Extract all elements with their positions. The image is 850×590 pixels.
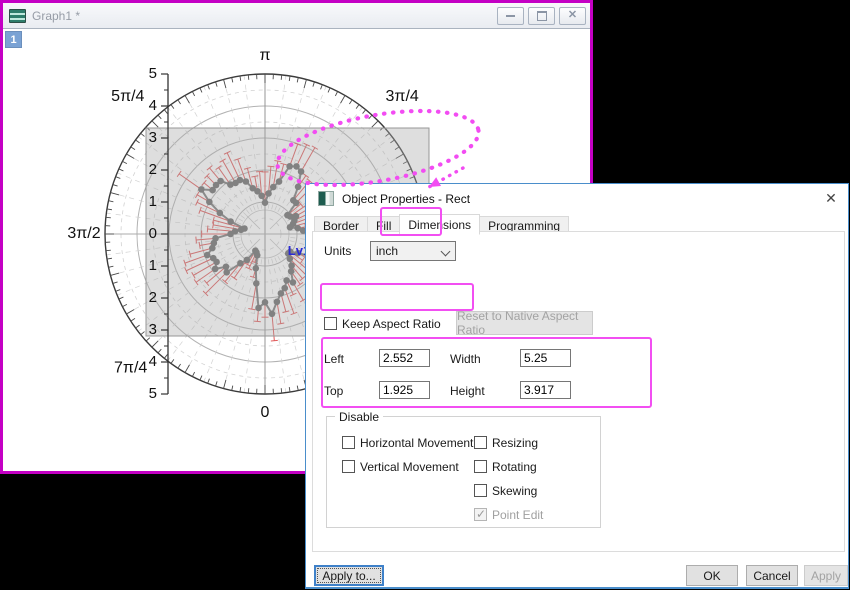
top-label: Top: [324, 384, 343, 398]
units-label: Units: [324, 244, 351, 258]
units-select[interactable]: inch: [370, 241, 456, 261]
graph-icon: [9, 9, 26, 23]
cancel-button[interactable]: Cancel: [746, 565, 798, 586]
dimensions-fields-highlight: [321, 337, 652, 408]
keep-aspect-ratio-label: Keep Aspect Ratio: [342, 317, 441, 331]
skewing-checkbox[interactable]: [474, 484, 487, 497]
resizing-checkbox[interactable]: [474, 436, 487, 449]
graph-window-title: Graph1 *: [32, 9, 493, 23]
minimize-button[interactable]: [497, 7, 524, 25]
horizontal-movement-checkbox[interactable]: [342, 436, 355, 449]
width-label: Width: [450, 352, 481, 366]
height-input[interactable]: [520, 381, 571, 399]
rotating-label: Rotating: [492, 460, 537, 474]
horizontal-movement-label: Horizontal Movement: [360, 436, 473, 450]
ok-button[interactable]: OK: [686, 565, 738, 586]
left-label: Left: [324, 352, 344, 366]
vertical-movement-label: Vertical Movement: [360, 460, 459, 474]
rotating-checkbox[interactable]: [474, 460, 487, 473]
dialog-title: Object Properties - Rect: [342, 192, 820, 206]
vertical-movement-checkbox[interactable]: [342, 460, 355, 473]
reset-native-aspect-ratio-button: Reset to Native Aspect Ratio: [456, 311, 593, 335]
height-label: Height: [450, 384, 485, 398]
left-input[interactable]: [379, 349, 430, 367]
width-input[interactable]: [520, 349, 571, 367]
disable-group-legend: Disable: [335, 410, 383, 424]
point-edit-checkbox: [474, 508, 487, 521]
point-edit-label: Point Edit: [492, 508, 543, 522]
apply-button: Apply: [804, 565, 848, 586]
units-highlight: [320, 283, 474, 311]
graph-window-titlebar[interactable]: Graph1 * ✕: [3, 3, 590, 29]
disable-group: Disable Horizontal Movement Vertical Mov…: [326, 416, 601, 528]
top-input[interactable]: [379, 381, 430, 399]
apply-to-button[interactable]: Apply to...: [314, 565, 384, 586]
skewing-label: Skewing: [492, 484, 537, 498]
units-value: inch: [376, 244, 398, 258]
resizing-label: Resizing: [492, 436, 538, 450]
restore-icon: [537, 11, 547, 21]
close-button[interactable]: ✕: [559, 7, 586, 25]
chevron-down-icon: [441, 247, 451, 257]
object-properties-dialog: Object Properties - Rect ✕ Border Fill D…: [305, 183, 849, 589]
properties-icon: [318, 191, 334, 206]
page-number-badge[interactable]: 1: [5, 31, 22, 48]
dialog-close-button[interactable]: ✕: [820, 189, 842, 209]
keep-aspect-ratio-checkbox[interactable]: [324, 317, 337, 330]
restore-button[interactable]: [528, 7, 555, 25]
minimize-icon: [506, 15, 515, 17]
dimensions-tab-panel: Units inch Keep Aspect Ratio Reset to Na…: [312, 231, 845, 552]
close-icon: ✕: [568, 10, 577, 21]
dialog-titlebar[interactable]: Object Properties - Rect ✕: [306, 184, 848, 213]
tab-dimensions[interactable]: Dimensions: [399, 214, 480, 235]
